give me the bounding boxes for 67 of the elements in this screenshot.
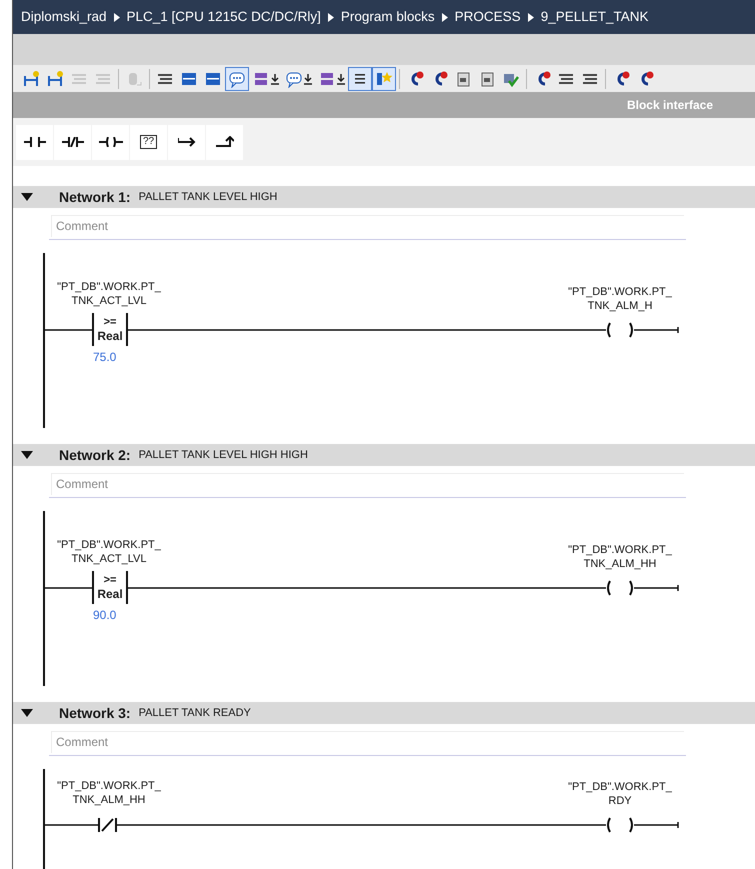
arrow-right-icon (178, 137, 196, 147)
coil-symbol[interactable] (607, 817, 633, 833)
coil-symbol[interactable] (607, 580, 633, 596)
compare-box[interactable]: >= Real (92, 313, 128, 346)
rung-wire (44, 329, 92, 331)
collapse-triangle-icon[interactable] (21, 193, 33, 201)
instruction-button[interactable]: ?? (130, 124, 167, 160)
compare-operator: >= (104, 574, 116, 587)
download-arrow-icon (337, 72, 345, 84)
breadcrumb-item[interactable]: PLC_1 [CPU 1215C DC/DC/Rly] (126, 6, 321, 28)
contact-operand: "PT_DB".WORK.PT_ TNK_ACT_LVL (56, 538, 162, 566)
coil-operand: "PT_DB".WORK.PT_ TNK_ALM_H (567, 285, 673, 313)
instruction-button[interactable] (206, 124, 243, 160)
rung-wire (633, 821, 679, 829)
network-number: Network 1: (59, 188, 131, 206)
collapse-triangle-icon[interactable] (21, 709, 33, 717)
coil-icon (98, 137, 122, 147)
download-arrow-icon (271, 72, 279, 84)
network-title: PALLET TANK LEVEL HIGH HIGH (138, 448, 308, 463)
caret-right-icon (114, 12, 120, 22)
comment-field[interactable]: Comment (51, 730, 684, 752)
caret-right-icon (528, 12, 534, 22)
compare-value: 90.0 (93, 608, 116, 622)
network-number: Network 2: (59, 446, 131, 464)
instruction-button[interactable] (168, 124, 205, 160)
compare-box[interactable]: >= Real (92, 571, 128, 604)
breadcrumb-item[interactable]: Program blocks (340, 6, 435, 28)
breadcrumb-item[interactable]: 9_PELLET_TANK (540, 6, 648, 28)
normally-open-contact-icon (24, 137, 46, 147)
rung-wire (44, 824, 98, 826)
breadcrumb-item[interactable]: PROCESS (454, 6, 521, 28)
caret-right-icon (442, 12, 448, 22)
collapse-triangle-icon[interactable] (21, 451, 33, 459)
toolbar-button[interactable] (225, 66, 249, 90)
normally-closed-contact[interactable] (98, 817, 117, 833)
bubble-icon (285, 70, 303, 88)
bubble-icon (228, 70, 246, 88)
coil-operand: "PT_DB".WORK.PT_ RDY (567, 780, 673, 808)
network-title: PALLET TANK READY (138, 706, 251, 721)
comment-field[interactable]: Comment (51, 472, 684, 494)
coil-operand: "PT_DB".WORK.PT_ TNK_ALM_HH (567, 543, 673, 571)
download-arrow-icon (304, 72, 312, 84)
contact-operand: "PT_DB".WORK.PT_ TNK_ALM_HH (56, 779, 162, 807)
ladder-icon (46, 70, 64, 88)
rung-wire (44, 587, 92, 589)
arrow-up-icon (216, 136, 234, 148)
compare-value: 75.0 (93, 350, 116, 364)
data-type: Real (97, 329, 123, 343)
toolbar-button[interactable] (348, 66, 372, 90)
instruction-button[interactable] (92, 124, 129, 160)
compare-operator: >= (104, 316, 116, 329)
ladder-icon (22, 70, 40, 88)
instruction-button[interactable] (16, 124, 53, 160)
comment-field[interactable]: Comment (51, 214, 684, 236)
network-title: PALLET TANK LEVEL HIGH (138, 190, 278, 205)
coil-symbol[interactable] (607, 322, 633, 338)
network-number: Network 3: (59, 704, 131, 722)
empty-box-icon: ?? (140, 135, 158, 149)
star-icon (375, 70, 393, 88)
rung-wire (633, 326, 679, 334)
normally-closed-contact-icon (62, 137, 84, 147)
caret-right-icon (328, 12, 334, 22)
breadcrumb-item[interactable]: Diplomski_rad (21, 6, 107, 28)
rung-wire (633, 584, 679, 592)
instruction-button[interactable] (54, 124, 91, 160)
contact-operand: "PT_DB".WORK.PT_ TNK_ACT_LVL (56, 280, 162, 308)
data-type: Real (97, 587, 123, 601)
